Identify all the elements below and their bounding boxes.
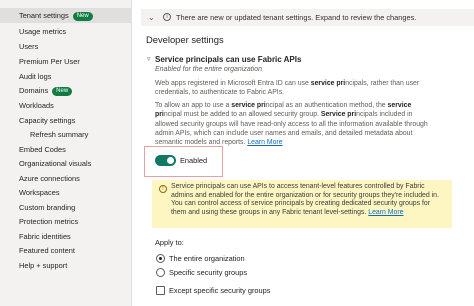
sidebar-item-label: Fabric identities <box>19 232 71 241</box>
sidebar-item-help-support[interactable]: Help + support <box>0 258 131 273</box>
chevron-up-icon[interactable]: ▿ <box>147 55 151 63</box>
sidebar-item-label: Refresh summary <box>30 130 89 139</box>
sidebar-item-label: Usage metrics <box>19 27 67 36</box>
sidebar-item-embed-codes[interactable]: Embed Codes <box>0 142 131 157</box>
sidebar-item-label: Workspaces <box>19 188 60 197</box>
sidebar-item-label: Domains <box>19 86 49 95</box>
new-badge: New <box>52 87 73 96</box>
sidebar-item-audit-logs[interactable]: Audit logs <box>0 69 131 84</box>
radio-entire-organization-label[interactable]: The entire organization <box>169 254 245 263</box>
sidebar-item-featured-content[interactable]: Featured content <box>0 243 131 258</box>
sidebar-item-label: Azure connections <box>19 174 80 183</box>
info-icon: i <box>163 13 171 21</box>
sidebar-item-usage-metrics[interactable]: Usage metrics <box>0 24 131 39</box>
sidebar-item-custom-branding[interactable]: Custom branding <box>0 200 131 215</box>
warning-callout: ! Service principals can use APIs to acc… <box>152 180 452 228</box>
sidebar-item-domains[interactable]: Domains New <box>0 83 131 98</box>
sidebar-item-workspaces[interactable]: Workspaces <box>0 185 131 200</box>
warning-text: Service principals can use APIs to acces… <box>171 183 439 217</box>
toggle-knob <box>167 157 174 164</box>
sidebar-item-premium-per-user[interactable]: Premium Per User <box>0 54 131 69</box>
sidebar-item-label: Premium Per User <box>19 57 80 66</box>
sidebar-item-protection-metrics[interactable]: Protection metrics <box>0 214 131 229</box>
sidebar-item-label: Embed Codes <box>19 145 66 154</box>
radio-specific-groups-label[interactable]: Specific security groups <box>169 268 247 277</box>
sidebar-item-workloads[interactable]: Workloads <box>0 98 131 113</box>
except-groups-label[interactable]: Except specific security groups <box>169 286 270 295</box>
section-title: Developer settings <box>146 34 224 45</box>
sidebar-item-label: Audit logs <box>19 72 52 81</box>
radio-entire-organization[interactable] <box>156 254 165 263</box>
setting-subtitle: Enabled for the entire organization <box>155 66 263 73</box>
sidebar-item-label: Protection metrics <box>19 217 79 226</box>
toggle-label: Enabled <box>180 156 208 165</box>
radio-dot <box>159 257 162 260</box>
enabled-toggle[interactable] <box>155 155 176 166</box>
setting-title[interactable]: Service principals can use Fabric APIs <box>155 55 301 64</box>
sidebar-item-label: Custom branding <box>19 203 76 212</box>
chevron-down-icon[interactable]: ⌄ <box>148 9 155 26</box>
sidebar-item-fabric-identities[interactable]: Fabric identities <box>0 229 131 244</box>
sidebar-item-refresh-summary[interactable]: Refresh summary <box>0 127 131 142</box>
apply-to-label: Apply to: <box>155 238 184 247</box>
banner-message: There are new or updated tenant settings… <box>176 13 417 22</box>
setting-description-2: To allow an app to use a service princip… <box>155 102 428 147</box>
new-badge: New <box>72 12 93 21</box>
sidebar-item-label: Workloads <box>19 101 54 110</box>
sidebar-item-label: Users <box>19 42 39 51</box>
updated-settings-banner[interactable]: ⌄ i There are new or updated tenant sett… <box>141 9 474 26</box>
sidebar-item-label: Featured content <box>19 246 75 255</box>
sidebar-item-label: Organizational visuals <box>19 159 92 168</box>
warning-learn-more-link[interactable]: Learn More <box>368 209 403 216</box>
sidebar-item-users[interactable]: Users <box>0 39 131 54</box>
radio-specific-groups[interactable] <box>156 268 165 277</box>
except-groups-checkbox[interactable] <box>156 286 165 295</box>
sidebar-item-label: Tenant settings <box>19 11 69 20</box>
sidebar-item-label: Capacity settings <box>19 116 76 125</box>
settings-sidebar: Tenant settings New Usage metrics Users P… <box>0 0 132 306</box>
sidebar-item-label: Help + support <box>19 261 68 270</box>
sidebar-item-organizational-visuals[interactable]: Organizational visuals <box>0 156 131 171</box>
sidebar-item-azure-connections[interactable]: Azure connections <box>0 171 131 186</box>
sidebar-item-tenant-settings[interactable]: Tenant settings New <box>0 8 131 23</box>
learn-more-link[interactable]: Learn More <box>247 139 282 146</box>
warning-icon: ! <box>159 185 167 193</box>
sidebar-item-capacity-settings[interactable]: Capacity settings <box>0 113 131 128</box>
setting-description-1: Web apps registered in Microsoft Entra I… <box>155 80 420 97</box>
